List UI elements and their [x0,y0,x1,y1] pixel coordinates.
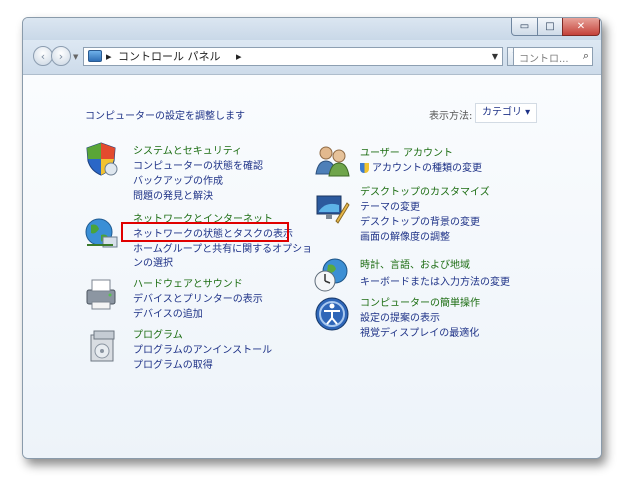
link-create-backup[interactable]: バックアップの作成 [133,175,223,188]
category-title-hardware-sound[interactable]: ハードウェアとサウンド [133,278,243,291]
printer-icon [86,279,116,310]
forward-button[interactable]: › [51,46,71,66]
link-let-windows-suggest-settings[interactable]: 設定の提案の表示 [360,312,440,325]
link-uninstall-program[interactable]: プログラムのアンインストール [133,344,272,357]
content-area: コンピューターの設定を調整します 表示方法: カテゴリ ▾ システムとセキュリテ… [23,75,601,458]
link-change-desktop-background[interactable]: デスクトップの背景の変更 [360,216,480,229]
breadcrumb-arrow-2[interactable]: ▸ [236,50,242,64]
link-check-computer-status[interactable]: コンピューターの状態を確認 [133,160,263,173]
search-placeholder: コントロ... [519,54,569,65]
users-icon [315,146,350,177]
view-by-label: 表示方法: [429,111,473,122]
link-change-account-type[interactable]: アカウントの種類の変更 [372,162,482,175]
link-homegroup-sharing-cont[interactable]: ンの選択 [133,257,173,270]
link-view-devices-printers[interactable]: デバイスとプリンターの表示 [133,293,263,306]
uac-shield-icon [360,163,369,173]
search-icon[interactable]: ⌕ [583,49,589,63]
category-title-clock-language-region[interactable]: 時計、言語、および地域 [360,259,470,272]
back-button[interactable]: ‹ [33,46,53,66]
control-panel-icon [88,50,102,62]
link-homegroup-sharing[interactable]: ホームグループと共有に関するオプショ [133,243,312,256]
programs-icon [90,330,115,362]
shield-icon [86,142,118,176]
link-optimize-visual-display[interactable]: 視覚ディスプレイの最適化 [360,327,479,340]
search-box[interactable]: コントロ... ⌕ [513,47,593,66]
category-title-system-security[interactable]: システムとセキュリティ [133,145,242,158]
highlight-box [121,222,289,242]
page-heading: コンピューターの設定を調整します [85,111,245,122]
address-dropdown-icon[interactable]: ▼ [492,52,498,61]
desktop-personalize-icon [316,195,350,224]
clock-globe-icon [314,258,348,292]
link-get-programs[interactable]: プログラムの取得 [133,359,213,372]
category-title-user-accounts[interactable]: ユーザー アカウント [360,147,453,160]
title-bar: ▭ □ ✕ [23,18,601,40]
breadcrumb-control-panel[interactable]: コントロール パネル [118,50,221,64]
link-change-keyboard-input[interactable]: キーボードまたは入力方法の変更 [360,276,510,289]
address-bar[interactable]: ▸ コントロール パネル ▸ ▼ [83,47,503,66]
ease-of-access-icon [315,297,349,331]
breadcrumb-arrow-1[interactable]: ▸ [106,50,112,64]
category-title-personalization[interactable]: デスクトップのカスタマイズ [360,186,490,199]
link-add-device[interactable]: デバイスの追加 [133,308,203,321]
control-panel-window: ▭ □ ✕ ‹ › ▼ ▸ コントロール パネル ▸ ▼ ↻ コントロ... ⌕… [22,17,602,459]
network-globe-icon [85,218,118,248]
history-dropdown-icon[interactable]: ▼ [73,53,78,61]
view-by-select[interactable]: カテゴリ ▾ [475,103,538,123]
close-button[interactable]: ✕ [562,18,600,36]
navigation-bar: ‹ › ▼ ▸ コントロール パネル ▸ ▼ ↻ コントロ... ⌕ [23,40,601,75]
maximize-button[interactable]: □ [537,18,563,36]
category-title-ease-of-access[interactable]: コンピューターの簡単操作 [360,297,480,310]
link-find-fix-problems[interactable]: 問題の発見と解決 [133,190,213,203]
category-title-programs[interactable]: プログラム [133,329,183,342]
link-change-theme[interactable]: テーマの変更 [360,201,420,214]
link-adjust-screen-resolution[interactable]: 画面の解像度の調整 [360,231,450,244]
minimize-button[interactable]: ▭ [511,18,538,36]
